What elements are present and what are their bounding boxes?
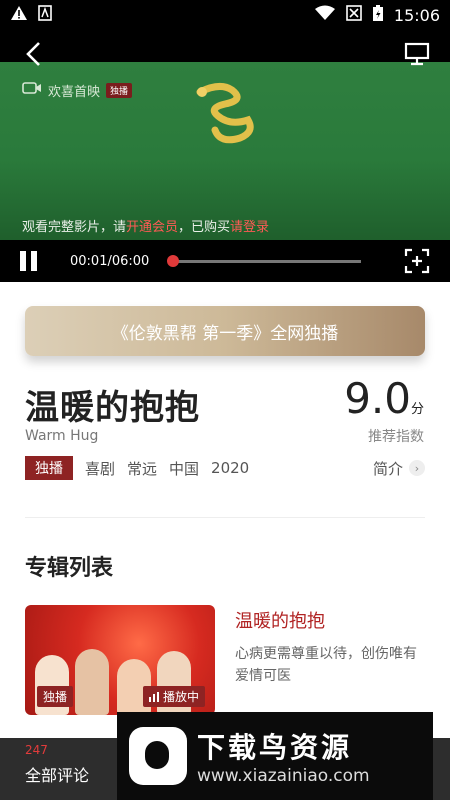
login-link[interactable]: 请登录 (230, 220, 269, 235)
episode-title: 温暖的抱抱 (235, 611, 325, 632)
status-left (10, 5, 52, 25)
all-comments-tab[interactable]: 全部评论 (25, 762, 89, 786)
purchase-prompt: 观看完整影片，请开通会员，已购买请登录 (22, 216, 269, 235)
playing-label: 播放中 (162, 690, 199, 704)
score-label: 推荐指数 (368, 429, 424, 445)
show-subtitle: Warm Hug (25, 428, 99, 444)
show-meta: 独播 喜剧 常远 中国 2020 简介 › (25, 456, 425, 480)
year: 2020 (211, 459, 250, 477)
episode-thumbnail[interactable]: 独播 播放中 (25, 605, 215, 715)
promo-banner-text: 《伦敦黑帮 第一季》全网独播 (111, 323, 339, 344)
show-title: 温暖的抱抱 (25, 388, 200, 428)
dragon-logo (190, 82, 260, 148)
progress-bar[interactable] (167, 254, 362, 267)
exclusive-badge: 独播 (25, 456, 73, 480)
warning-icon (10, 5, 28, 25)
score-block: 9.0分 推荐指数 (344, 376, 424, 446)
video-top-bar (0, 30, 450, 78)
episode-info: 温暖的抱抱 心病更需尊重以待，创伤唯有爱情可医 (235, 605, 425, 715)
episode-card[interactable]: 独播 播放中 温暖的抱抱 心病更需尊重以待，创伤唯有爱情可医 (25, 605, 425, 715)
region: 中国 (169, 459, 200, 478)
episode-playing-tag: 播放中 (142, 686, 205, 707)
status-time: 15:06 (393, 5, 440, 25)
pause-button[interactable] (20, 251, 40, 271)
cast-tv-button[interactable] (402, 39, 432, 69)
brand-exclusive-tag: 独播 (106, 82, 133, 98)
score-value: 9.0 (344, 374, 411, 423)
score-unit: 分 (410, 402, 424, 417)
video-controls: 00:01/06:00 (0, 240, 450, 282)
watermark-logo-icon (129, 727, 187, 785)
status-right: 15:06 (314, 4, 440, 26)
equalizer-icon (148, 691, 159, 702)
divider (25, 517, 425, 518)
episode-description: 心病更需尊重以待，创伤唯有爱情可医 (235, 646, 417, 684)
prompt-prefix: 观看完整影片，请 (22, 220, 127, 235)
no-signal-icon (346, 5, 362, 25)
tv-icon (404, 42, 430, 66)
watermark-url: www.xiazainiao.com (197, 766, 370, 786)
fullscreen-icon (404, 248, 430, 274)
camera-icon (22, 80, 42, 100)
battery-icon (372, 4, 384, 26)
time-display: 00:01/06:00 (70, 253, 150, 269)
comment-count: 247 (25, 743, 48, 757)
watermark: 下载鸟资源 www.xiazainiao.com (117, 712, 433, 800)
back-arrow-icon (26, 42, 40, 66)
brand-name: 欢喜首映 (48, 84, 101, 100)
fullscreen-button[interactable] (404, 248, 430, 274)
intro-label: 简介 (372, 459, 403, 478)
back-button[interactable] (18, 39, 48, 69)
wifi-icon (314, 5, 336, 25)
prompt-mid: ，已购买 (178, 220, 231, 235)
watermark-title: 下载鸟资源 (197, 731, 353, 764)
genre: 喜剧 (85, 459, 116, 478)
video-player[interactable]: 欢喜首映 独播 观看完整影片，请开通会员，已购买请登录 00:01/06:00 (0, 30, 450, 282)
chevron-right-icon: › (409, 460, 425, 476)
watermark-text: 下载鸟资源 www.xiazainiao.com (197, 726, 370, 786)
episode-exclusive-tag: 独播 (37, 686, 74, 707)
intro-button[interactable]: 简介 › (373, 458, 425, 479)
status-bar: 15:06 (0, 0, 450, 30)
progress-handle[interactable] (167, 254, 180, 267)
app-notification-icon (38, 5, 52, 25)
open-member-link[interactable]: 开通会员 (126, 220, 178, 235)
album-list-title: 专辑列表 (25, 556, 114, 581)
promo-banner[interactable]: 《伦敦黑帮 第一季》全网独播 (25, 306, 425, 356)
video-brand: 欢喜首映 独播 (22, 80, 133, 100)
director: 常远 (127, 459, 158, 478)
